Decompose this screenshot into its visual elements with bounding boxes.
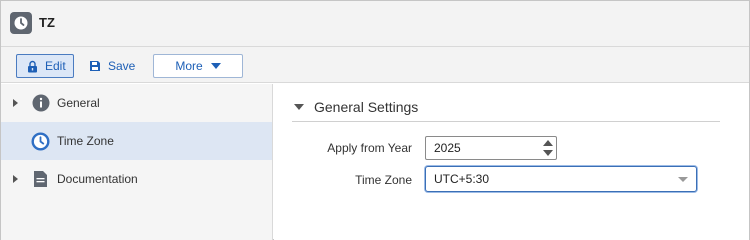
time-zone-select[interactable]: UTC+5:30 (425, 166, 697, 192)
clock-icon (31, 132, 50, 151)
sidebar-item-general[interactable]: General (1, 84, 272, 122)
apply-from-year-value: 2025 (434, 141, 461, 155)
sidebar-item-time-zone[interactable]: Time Zone (1, 122, 272, 160)
sidebar-item-label: General (57, 96, 100, 110)
time-zone-label: Time Zone (355, 173, 412, 187)
lock-icon (27, 60, 38, 73)
spin-down-icon[interactable] (543, 150, 553, 156)
apply-from-year-label: Apply from Year (327, 141, 412, 155)
year-spinner[interactable] (543, 140, 553, 156)
edit-button[interactable]: Edit (16, 54, 74, 78)
main-panel: General Settings Apply from Year 2025 Ti… (274, 84, 749, 240)
edit-button-label: Edit (45, 59, 66, 73)
chevron-down-icon[interactable] (678, 177, 688, 182)
more-button[interactable]: More (153, 54, 243, 78)
window-title: TZ (39, 15, 55, 30)
expand-arrow-icon[interactable] (13, 99, 18, 107)
sidebar-item-label: Time Zone (57, 134, 114, 148)
toolbar: Edit Save More (1, 47, 749, 83)
section-divider (292, 121, 720, 122)
more-button-label: More (175, 59, 203, 73)
save-button-label: Save (108, 59, 136, 73)
sidebar: General Time Zone Documentation (1, 84, 273, 240)
sidebar-item-label: Documentation (57, 172, 138, 186)
document-icon (31, 170, 50, 189)
sidebar-item-documentation[interactable]: Documentation (1, 160, 272, 198)
expand-arrow-icon[interactable] (13, 175, 18, 183)
apply-from-year-input[interactable]: 2025 (425, 136, 557, 160)
floppy-icon (89, 60, 101, 72)
caret-down-icon (210, 63, 221, 69)
section-title: General Settings (314, 99, 419, 115)
time-zone-value: UTC+5:30 (434, 172, 490, 186)
spin-up-icon[interactable] (543, 140, 553, 146)
save-button[interactable]: Save (87, 54, 143, 78)
collapse-arrow-icon[interactable] (294, 104, 304, 110)
app-window: TZ Edit Save More General Time Zone Docu… (0, 0, 750, 240)
clock-icon (10, 12, 32, 34)
title-bar: TZ (1, 1, 749, 47)
info-icon (31, 94, 50, 113)
